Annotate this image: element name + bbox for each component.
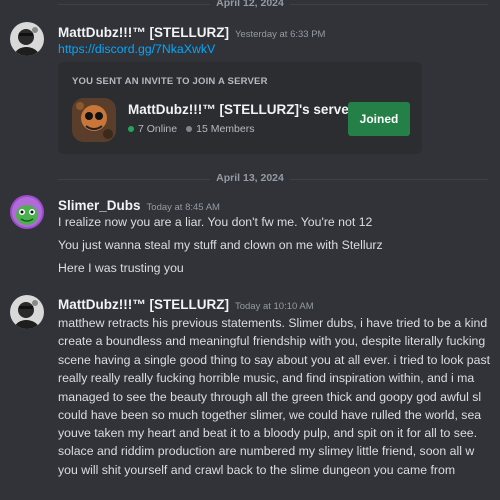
user-avatar-icon bbox=[10, 22, 44, 56]
avatar[interactable] bbox=[10, 195, 44, 229]
avatar[interactable] bbox=[10, 295, 44, 329]
message-header: MattDubz!!!™ [STELLURZ] Yesterday at 6:33… bbox=[58, 24, 325, 42]
joined-button[interactable]: Joined bbox=[348, 102, 410, 136]
timestamp: Today at 8:45 AM bbox=[146, 202, 220, 213]
message-text: matthew retracts his previous statements… bbox=[58, 316, 488, 330]
timestamp: Today at 10:10 AM bbox=[234, 301, 314, 312]
message-header: MattDubz!!!™ [STELLURZ] Today at 10:10 AM bbox=[58, 296, 314, 314]
username[interactable]: MattDubz!!!™ [STELLURZ] bbox=[58, 25, 229, 40]
message-text: solace and riddim production are numbere… bbox=[58, 444, 475, 458]
message-text: managed to see the beauty through all th… bbox=[58, 390, 482, 404]
invite-heading: YOU SENT AN INVITE TO JOIN A SERVER bbox=[72, 76, 268, 87]
timestamp: Yesterday at 6:33 PM bbox=[234, 29, 326, 40]
avatar[interactable] bbox=[10, 22, 44, 56]
invite-link[interactable]: https://discord.gg/7NkaXwkV bbox=[58, 42, 215, 56]
online-count: 7 Online bbox=[138, 123, 178, 135]
message-text: scene having a single good thing to say … bbox=[58, 353, 491, 367]
server-name: MattDubz!!!™ [STELLURZ]'s server bbox=[128, 102, 354, 117]
slime-avatar-icon bbox=[10, 195, 44, 229]
message-text: really really really fucking horrible mu… bbox=[58, 371, 475, 385]
date-divider-label: April 12, 2024 bbox=[210, 0, 290, 9]
username[interactable]: Slimer_Dubs bbox=[58, 198, 141, 213]
members-dot-icon bbox=[186, 126, 193, 132]
date-divider-label: April 13, 2024 bbox=[210, 172, 290, 184]
message-text: youve taken my heart and beat it to a bl… bbox=[58, 426, 478, 440]
server-avatar-icon bbox=[72, 98, 116, 142]
server-invite-card: YOU SENT AN INVITE TO JOIN A SERVER Matt… bbox=[58, 62, 422, 154]
date-divider: April 13, 2024 bbox=[0, 172, 500, 186]
online-dot-icon bbox=[128, 126, 134, 132]
message-text: Here I was trusting you bbox=[58, 261, 184, 275]
message-header: Slimer_Dubs Today at 8:45 AM bbox=[58, 197, 220, 215]
user-avatar-icon bbox=[10, 295, 44, 329]
member-count: 15 Members bbox=[196, 123, 255, 135]
message-text: create a boundless and meaningful friend… bbox=[58, 334, 486, 348]
message-text: could have been so much together slimer,… bbox=[58, 408, 482, 422]
username[interactable]: MattDubz!!!™ [STELLURZ] bbox=[58, 297, 229, 312]
message-text: you will shit yourself and crawl back to… bbox=[58, 463, 456, 477]
message-text: I realize now you are a liar. You don't … bbox=[58, 215, 373, 229]
message-text: You just wanna steal my stuff and clown … bbox=[58, 238, 383, 252]
server-stats: 7 Online 15 Members bbox=[128, 123, 254, 135]
server-icon[interactable] bbox=[72, 98, 116, 142]
date-divider: April 12, 2024 bbox=[0, 0, 500, 11]
